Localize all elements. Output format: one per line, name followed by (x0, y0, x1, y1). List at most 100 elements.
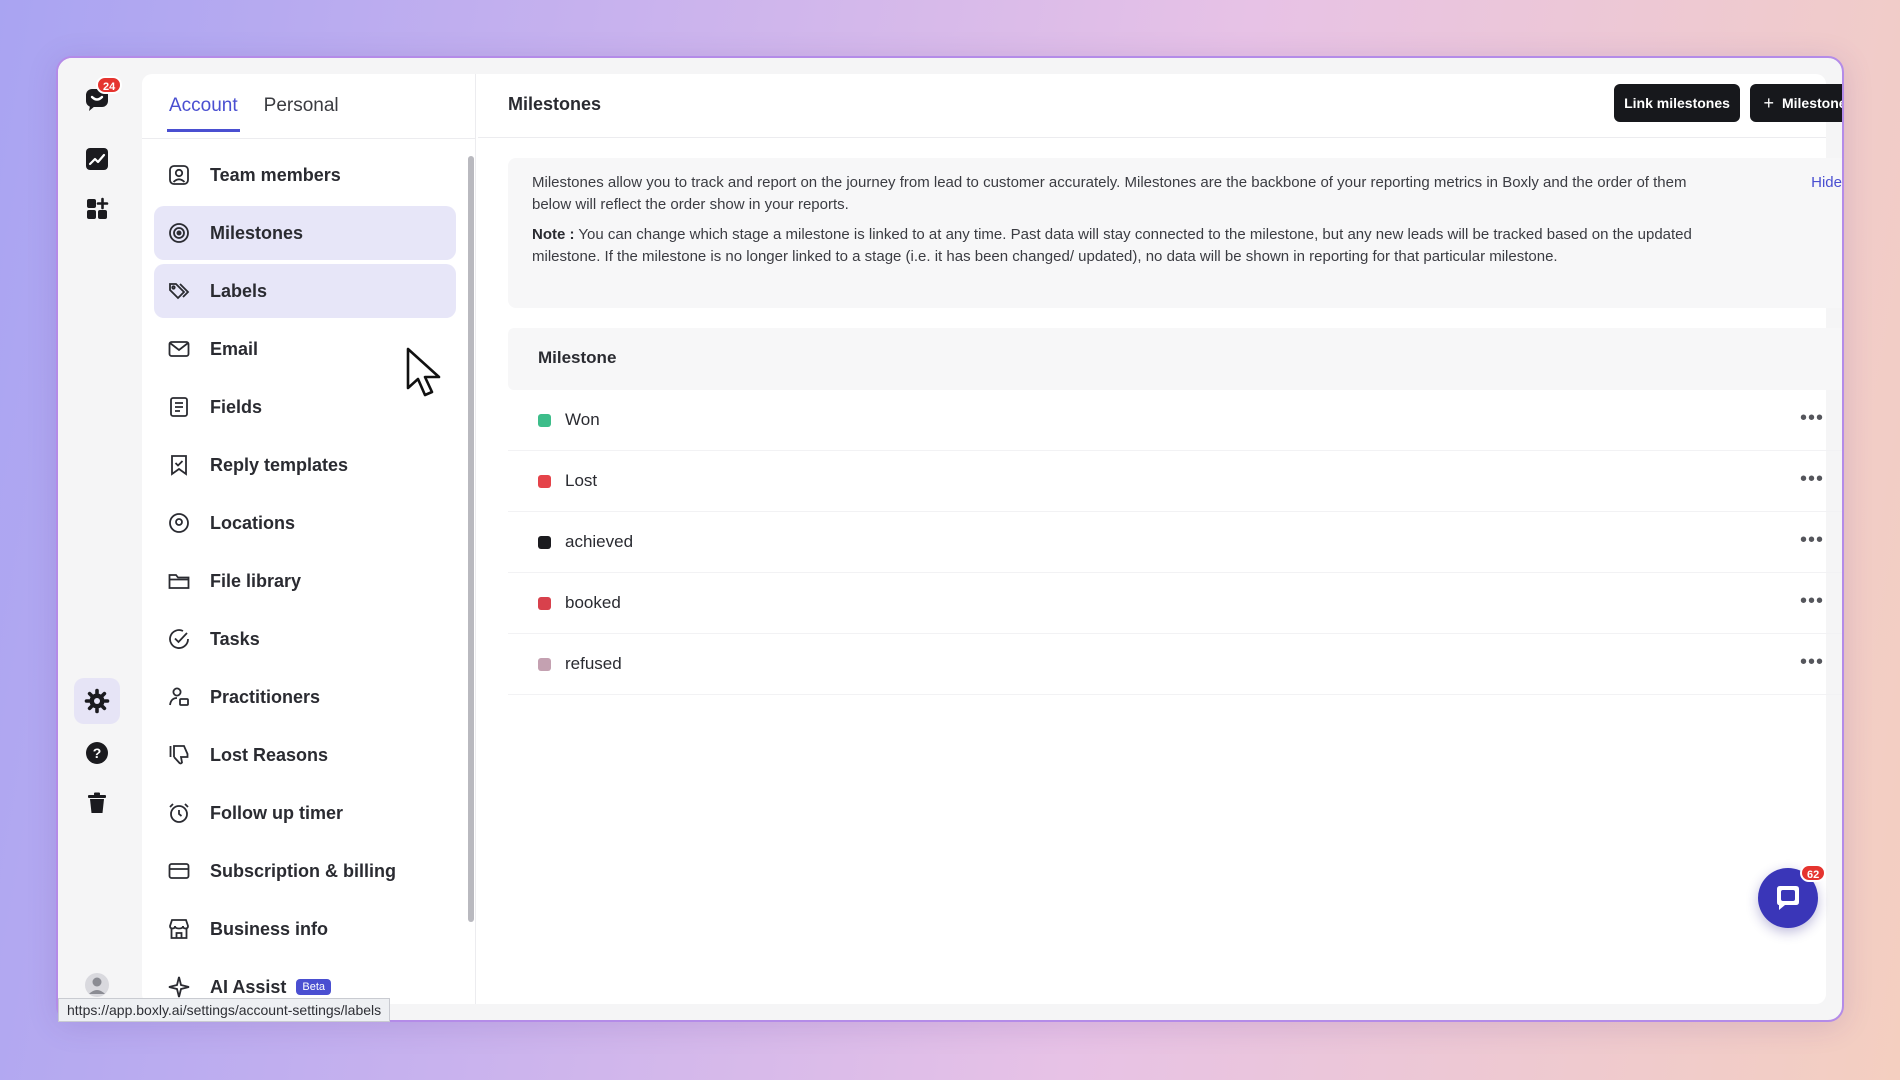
table-row[interactable]: Won ••• (508, 390, 1842, 451)
color-dot (538, 535, 551, 549)
nav-label: File library (210, 570, 302, 591)
settings-sidebar: Account Personal Team members Milestones (142, 74, 476, 1004)
color-dot (538, 413, 551, 427)
sparkle-icon (166, 974, 192, 1000)
table-row[interactable]: Lost ••• (508, 451, 1842, 512)
milestone-name: booked (565, 593, 621, 612)
plus-icon: + (1763, 92, 1774, 113)
nav-label: Labels (210, 280, 268, 301)
more-options-icon[interactable]: ••• (1800, 408, 1824, 428)
milestone-list: Won ••• Lost ••• achieved ••• booked ••• (508, 390, 1842, 695)
gear-icon (84, 688, 110, 714)
icon-rail: 24 ? (58, 58, 140, 1020)
status-url: https://app.boxly.ai/settings/account-se… (58, 998, 391, 1022)
color-dot (538, 657, 551, 671)
nav-label: AI Assist (210, 976, 287, 997)
nav-item-follow-up-timer[interactable]: Follow up timer (154, 786, 456, 840)
content-header: Milestones Link milestones + Milestone (478, 74, 1842, 138)
notification-badge: 24 (96, 76, 123, 94)
credit-card-icon (166, 858, 192, 884)
nav-item-milestones[interactable]: Milestones (154, 206, 456, 260)
more-options-icon[interactable]: ••• (1800, 591, 1824, 611)
tab-account[interactable]: Account (167, 84, 240, 132)
location-pin-icon (166, 510, 192, 536)
mouse-cursor-icon (406, 347, 441, 397)
app-window: 24 ? Account Personal Team members Miles… (56, 56, 1844, 1022)
user-badge-icon (166, 684, 192, 710)
table-row[interactable]: booked ••• (508, 573, 1842, 634)
thumbs-down-icon (166, 742, 192, 768)
note-text: You can change which stage a milestone i… (532, 226, 1692, 265)
nav-label: Subscription & billing (210, 860, 396, 881)
table-row[interactable]: refused ••• (508, 634, 1842, 695)
nav-label: Tasks (210, 628, 260, 649)
hide-link[interactable]: Hide (1811, 172, 1842, 194)
link-milestones-button[interactable]: Link milestones (1614, 84, 1740, 122)
info-note: Note : You can change which stage a mile… (532, 224, 1702, 268)
nav-item-locations[interactable]: Locations (154, 496, 456, 550)
nav-label: Locations (210, 512, 296, 533)
settings-button[interactable] (74, 678, 120, 724)
content-area: Milestones Link milestones + Milestone M… (478, 74, 1842, 1004)
column-header-milestone: Milestone (538, 348, 617, 367)
user-square-icon (166, 162, 192, 188)
nav-label: Fields (210, 396, 263, 417)
nav-item-file-library[interactable]: File library (154, 554, 456, 608)
apps-button[interactable] (74, 186, 120, 232)
help-button[interactable]: ? (74, 730, 120, 776)
grid-plus-icon (87, 197, 109, 219)
settings-tabs: Account Personal (167, 84, 341, 144)
main-panel: Account Personal Team members Milestones (142, 74, 1842, 1004)
info-banner: Milestones allow you to track and report… (508, 158, 1842, 308)
nav-label: Lost Reasons (210, 744, 329, 765)
note-label: Note : (532, 226, 575, 243)
svg-text:?: ? (93, 745, 102, 761)
add-milestone-button[interactable]: + Milestone (1750, 84, 1844, 122)
check-circle-icon (166, 626, 192, 652)
chat-badge: 62 (1800, 864, 1827, 882)
beta-badge: Beta (296, 979, 331, 995)
milestone-name: Lost (565, 471, 598, 490)
folder-icon (166, 568, 192, 594)
nav-item-tasks[interactable]: Tasks (154, 612, 456, 666)
info-text: Milestones allow you to track and report… (532, 174, 1687, 213)
nav-item-subscription-billing[interactable]: Subscription & billing (154, 844, 456, 898)
list-document-icon (166, 394, 192, 420)
tag-icon (166, 278, 192, 304)
milestone-name: refused (565, 654, 622, 673)
more-options-icon[interactable]: ••• (1800, 652, 1824, 672)
nav-item-lost-reasons[interactable]: Lost Reasons (154, 728, 456, 782)
nav-label: Email (210, 338, 259, 359)
more-options-icon[interactable]: ••• (1800, 530, 1824, 550)
bookmark-check-icon (166, 452, 192, 478)
page-title: Milestones (508, 94, 602, 114)
tabs-divider (142, 138, 476, 139)
more-options-icon[interactable]: ••• (1800, 469, 1824, 489)
reports-button[interactable] (74, 136, 120, 182)
table-row[interactable]: achieved ••• (508, 512, 1842, 573)
tab-personal[interactable]: Personal (262, 84, 341, 132)
milestone-table-header: Milestone (508, 328, 1842, 390)
nav-item-business-info[interactable]: Business info (154, 902, 456, 956)
nav-label: Practitioners (210, 686, 321, 707)
nav-label: Follow up timer (210, 802, 343, 823)
nav-label: Business info (210, 918, 329, 939)
store-icon (166, 916, 192, 942)
nav-label: Milestones (210, 222, 304, 243)
trend-chart-icon (86, 148, 108, 170)
nav-label: Team members (210, 164, 341, 185)
nav-item-labels[interactable]: Labels (154, 264, 456, 318)
trash-button[interactable] (74, 780, 120, 826)
sidebar-scrollbar[interactable] (468, 156, 474, 922)
add-milestone-label: Milestone (1781, 95, 1844, 111)
milestone-name: Won (565, 410, 600, 429)
nav-item-reply-templates[interactable]: Reply templates (154, 438, 456, 492)
color-dot (538, 474, 551, 488)
avatar-icon (85, 973, 109, 997)
nav-item-team-members[interactable]: Team members (154, 148, 456, 202)
nav-item-practitioners[interactable]: Practitioners (154, 670, 456, 724)
milestone-name: achieved (565, 532, 634, 551)
help-circle-icon: ? (86, 742, 108, 764)
nav-label: Reply templates (210, 454, 349, 475)
color-dot (538, 596, 551, 610)
